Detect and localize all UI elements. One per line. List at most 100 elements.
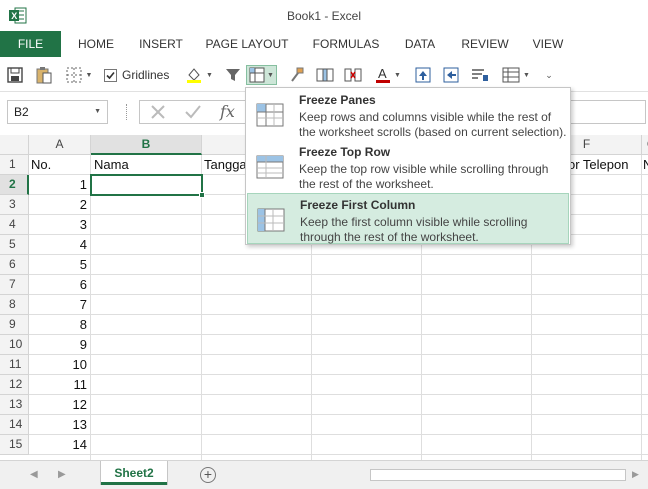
gridlines-toggle[interactable]: Gridlines [104,65,176,85]
align-top-button[interactable] [414,65,432,85]
menu-item-description: Keep the top row visible while scrolling… [299,162,549,191]
cell-a8[interactable]: 7 [29,295,90,315]
cell-a2[interactable]: 1 [29,175,90,195]
freeze-panes-menu: Freeze Panes Keep rows and columns visib… [245,87,571,245]
fill-color-button[interactable]: ▼ [184,65,214,85]
row-header-1[interactable]: 1 [0,155,29,175]
save-icon [7,67,23,83]
freeze-panes-button[interactable]: ▼ [246,65,277,85]
row-header-12[interactable]: 12 [0,375,29,395]
tab-file[interactable]: FILE [0,31,61,57]
borders-button[interactable]: ▼ [64,65,94,85]
scroll-right-icon[interactable]: ▶ [632,469,639,480]
cell-styles-icon [502,67,520,83]
name-box-value: B2 [14,105,29,119]
column-header-g[interactable]: G [642,135,648,155]
name-box[interactable]: B2 ▼ [7,100,108,124]
wrap-text-button[interactable] [470,65,490,85]
cell-a6[interactable]: 5 [29,255,90,275]
row-header-14[interactable]: 14 [0,415,29,435]
row-header-11[interactable]: 11 [0,355,29,375]
row-header-5[interactable]: 5 [0,235,29,255]
row-gridline [29,454,648,455]
previous-sheet-icon[interactable]: ◀ [30,469,38,480]
cell-a12[interactable]: 11 [29,375,90,395]
cell-a9[interactable]: 8 [29,315,90,335]
cell-a5[interactable]: 4 [29,235,90,255]
column-gridline [641,155,642,460]
cell-a3[interactable]: 2 [29,195,90,215]
column-gridline [90,155,91,460]
cell-g1[interactable]: N [643,155,648,175]
cell-a4[interactable]: 3 [29,215,90,235]
row-header-3[interactable]: 3 [0,195,29,215]
customize-toolbar-button[interactable]: ⌄ [542,65,556,85]
tab-page-layout[interactable]: PAGE LAYOUT [201,31,293,57]
tab-view[interactable]: VIEW [524,31,572,57]
cell-styles-button[interactable]: ▼ [500,65,532,85]
next-sheet-icon[interactable]: ▶ [58,469,66,480]
row-header-9[interactable]: 9 [0,315,29,335]
save-button[interactable] [6,65,24,85]
row-gridline [29,354,648,355]
tab-insert[interactable]: INSERT [133,31,189,57]
cell-a13[interactable]: 12 [29,395,90,415]
cell-a15[interactable]: 14 [29,435,90,455]
row-header-8[interactable]: 8 [0,295,29,315]
row-header-13[interactable]: 13 [0,395,29,415]
add-sheet-button[interactable]: + [200,467,216,483]
row-header-15[interactable]: 15 [0,435,29,455]
delete-column-button[interactable] [342,65,364,85]
borders-icon [66,67,82,83]
row-header-2[interactable]: 2 [0,175,29,195]
row-gridline [29,274,648,275]
gridlines-checkbox[interactable] [104,68,117,82]
row-header-4[interactable]: 4 [0,215,29,235]
cancel-icon[interactable] [150,104,166,120]
menu-item-freeze-top-row[interactable]: Freeze Top Row Keep the top row visible … [247,141,569,192]
tab-data[interactable]: DATA [397,31,443,57]
cell-b1[interactable]: Nama [94,155,200,175]
cell-f1[interactable]: or Telepon [568,155,642,175]
menu-item-freeze-first-column[interactable]: Freeze First Column Keep the first colum… [247,193,569,244]
cell-a14[interactable]: 13 [29,415,90,435]
horizontal-scrollbar[interactable] [370,469,626,481]
column-gridline [201,155,202,460]
align-left-button[interactable] [442,65,460,85]
column-header-a[interactable]: A [29,135,91,155]
row-header-6[interactable]: 6 [0,255,29,275]
formula-bar-separator[interactable] [126,104,128,120]
freeze-top-row-icon [256,155,284,179]
font-color-button[interactable]: A ▼ [372,65,404,85]
format-painter-button[interactable] [288,65,306,85]
active-cell-b2[interactable] [90,174,203,196]
insert-column-icon [316,68,334,82]
cell-a7[interactable]: 6 [29,275,90,295]
cell-a10[interactable]: 9 [29,335,90,355]
sheet-tab-active[interactable]: Sheet2 [101,461,167,485]
cell-a11[interactable]: 10 [29,355,90,375]
cell-c1[interactable]: Tangga [204,155,248,175]
insert-column-button[interactable] [314,65,336,85]
check-icon[interactable] [184,104,202,120]
freeze-first-column-icon [257,208,285,232]
row-gridline [29,374,648,375]
row-header-10[interactable]: 10 [0,335,29,355]
row-gridline [29,394,648,395]
select-all-corner[interactable] [0,135,29,155]
filter-icon [226,69,240,81]
paste-button[interactable] [34,65,54,85]
cell-a1[interactable]: No. [31,155,89,175]
fill-handle[interactable] [199,192,205,198]
tab-home[interactable]: HOME [69,31,123,57]
row-gridline [29,434,648,435]
insert-function-button[interactable]: fx [220,102,235,121]
tab-review[interactable]: REVIEW [457,31,513,57]
filter-button[interactable] [224,65,242,85]
column-header-b[interactable]: B [91,135,202,155]
menu-item-freeze-panes[interactable]: Freeze Panes Keep rows and columns visib… [247,89,569,140]
check-icon [106,71,115,79]
tab-formulas[interactable]: FORMULAS [307,31,385,57]
chevron-down-icon: ▼ [94,108,101,115]
row-header-7[interactable]: 7 [0,275,29,295]
